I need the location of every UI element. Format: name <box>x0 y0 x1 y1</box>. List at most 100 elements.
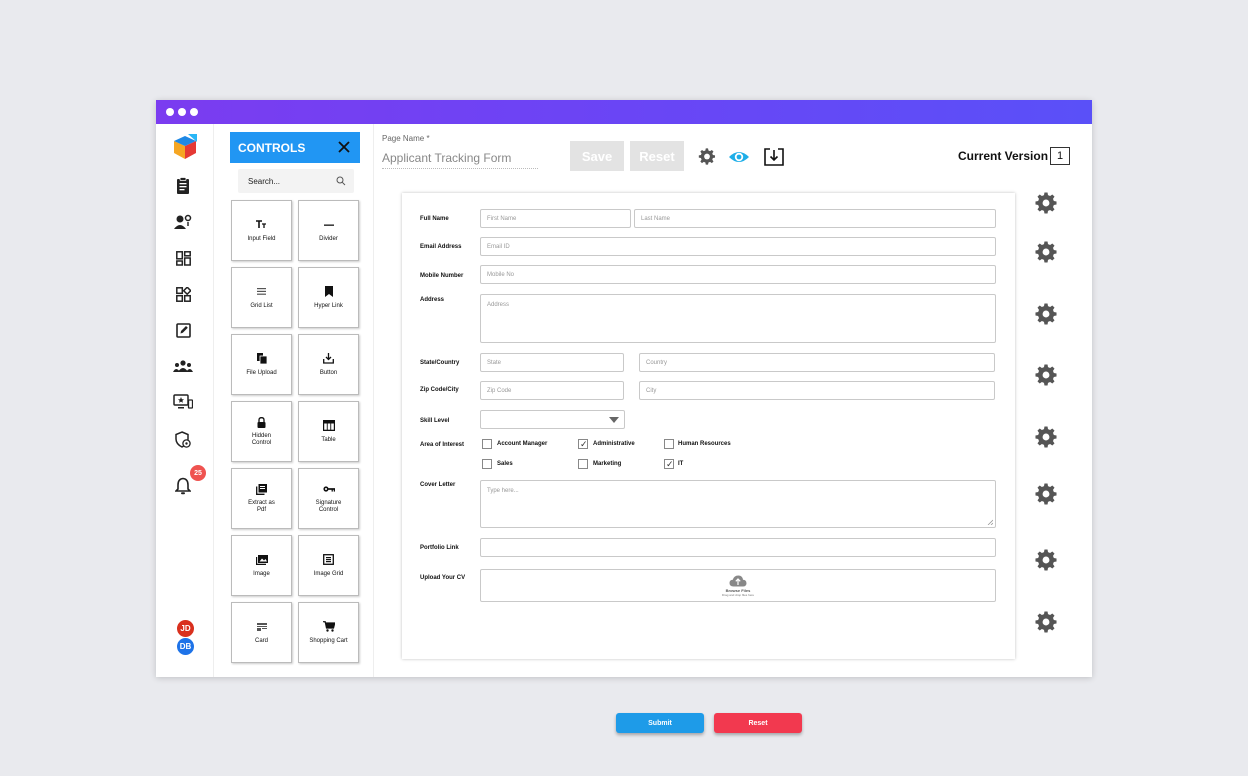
tile-label: Hyper Link <box>314 302 343 309</box>
control-tile-hidden-control[interactable]: Hidden Control <box>231 401 292 462</box>
user-settings-icon[interactable] <box>173 212 193 232</box>
tile-label: Hidden Control <box>251 433 272 446</box>
reset-button[interactable]: Reset <box>630 141 684 171</box>
gear-icon[interactable] <box>1035 426 1057 448</box>
control-tile-shopping-cart[interactable]: Shopping Cart <box>298 602 359 663</box>
divider-icon <box>323 219 335 231</box>
monitor-star-icon[interactable] <box>173 392 193 412</box>
checkbox-label: Sales <box>497 461 513 467</box>
form-reset-button[interactable]: Reset <box>714 713 802 733</box>
upload-cv-label: Upload Your CV <box>420 575 466 581</box>
save-button[interactable]: Save <box>570 141 624 171</box>
control-tile-image[interactable]: Image <box>231 535 292 596</box>
full-name-label: Full Name <box>420 216 449 222</box>
mobile-field[interactable]: Mobile No <box>480 265 996 284</box>
window-dot-2[interactable] <box>178 108 186 116</box>
country-field[interactable]: Country <box>639 353 995 372</box>
title-bar <box>156 100 1092 124</box>
checkbox-account-manager[interactable] <box>482 439 492 449</box>
portfolio-field[interactable] <box>480 538 996 557</box>
skill-level-select[interactable] <box>480 410 625 429</box>
eye-icon[interactable] <box>728 148 750 166</box>
checkbox-label: IT <box>678 461 684 467</box>
widgets-icon[interactable] <box>173 284 193 304</box>
address-field[interactable]: Address <box>480 294 996 343</box>
team-icon[interactable] <box>173 356 193 376</box>
gear-icon[interactable] <box>1035 192 1057 214</box>
gear-icon[interactable] <box>697 148 717 166</box>
state-country-label: State/Country <box>420 360 460 366</box>
upload-hint: Drag and drop files here <box>721 592 755 597</box>
gear-icon[interactable] <box>1035 549 1057 571</box>
zip-field[interactable]: Zip Code <box>480 381 624 400</box>
sidebar-nav: 25 JD DB <box>156 124 214 677</box>
window-dot-3[interactable] <box>190 108 198 116</box>
file-dropzone[interactable]: Browse Files Drag and drop files here <box>480 569 996 602</box>
table-icon <box>322 420 335 432</box>
gear-icon[interactable] <box>1035 364 1057 386</box>
tile-label: Divider <box>319 235 338 242</box>
grid-list-icon <box>256 286 268 298</box>
control-tile-extract-pdf[interactable]: Extract as Pdf <box>231 468 292 529</box>
control-tile-card[interactable]: Card <box>231 602 292 663</box>
page-name-input[interactable] <box>382 147 538 169</box>
state-field[interactable]: State <box>480 353 624 372</box>
control-tile-divider[interactable]: Divider <box>298 200 359 261</box>
clipboard-icon[interactable] <box>173 176 193 196</box>
notification-badge: 25 <box>190 465 206 481</box>
tile-label: Signature Control <box>315 500 342 513</box>
window-dot-1[interactable] <box>166 108 174 116</box>
notification-bell-icon[interactable] <box>173 476 193 496</box>
cover-letter-field[interactable]: Type here... <box>480 480 996 528</box>
control-tile-signature[interactable]: Signature Control <box>298 468 359 529</box>
dashboard-icon[interactable] <box>173 248 193 268</box>
placeholder: Last Name <box>641 215 671 222</box>
checkbox-administrative[interactable]: ✓ <box>578 439 588 449</box>
edit-document-icon[interactable] <box>173 320 193 340</box>
email-field[interactable]: Email ID <box>480 237 996 256</box>
checkbox-sales[interactable] <box>482 459 492 469</box>
checkbox-human-resources[interactable] <box>664 439 674 449</box>
search-icon <box>336 176 346 186</box>
placeholder: Email ID <box>487 243 510 250</box>
app-logo-icon[interactable] <box>172 133 198 161</box>
close-icon[interactable] <box>336 139 352 155</box>
shield-settings-icon[interactable] <box>173 429 193 449</box>
checkbox-it[interactable]: ✓ <box>664 459 674 469</box>
last-name-field[interactable]: Last Name <box>634 209 996 228</box>
tile-label: Shopping Cart <box>309 637 348 644</box>
gear-icon[interactable] <box>1035 611 1057 633</box>
control-tile-input-field[interactable]: Input Field <box>231 200 292 261</box>
tile-label: Table <box>321 436 336 443</box>
placeholder: Type here... <box>487 488 519 494</box>
avatar[interactable]: JD <box>176 619 195 638</box>
submit-button[interactable]: Submit <box>616 713 704 733</box>
control-tile-grid-list[interactable]: Grid List <box>231 267 292 328</box>
check-icon: ✓ <box>580 439 588 449</box>
control-tile-file-upload[interactable]: File Upload <box>231 334 292 395</box>
placeholder: Zip Code <box>487 387 512 394</box>
portfolio-label: Portfolio Link <box>420 545 459 551</box>
resize-handle-icon[interactable] <box>987 519 993 525</box>
controls-search-input[interactable]: Search... <box>238 169 354 193</box>
gear-icon[interactable] <box>1035 241 1057 263</box>
pdf-icon <box>256 483 268 495</box>
avatar[interactable]: DB <box>176 637 195 656</box>
file-copy-icon <box>256 353 268 365</box>
placeholder: City <box>646 387 657 394</box>
checkbox-label: Marketing <box>593 461 622 467</box>
gear-icon[interactable] <box>1035 303 1057 325</box>
control-tile-hyper-link[interactable]: Hyper Link <box>298 267 359 328</box>
checkbox-marketing[interactable] <box>578 459 588 469</box>
control-tile-button[interactable]: Button <box>298 334 359 395</box>
city-field[interactable]: City <box>639 381 995 400</box>
gear-icon[interactable] <box>1035 483 1057 505</box>
tile-label: Extract as Pdf <box>248 500 275 513</box>
checkbox-label: Human Resources <box>678 441 731 447</box>
save-version-icon[interactable] <box>764 148 784 166</box>
download-icon <box>323 353 335 365</box>
first-name-field[interactable]: First Name <box>480 209 631 228</box>
control-tile-table[interactable]: Table <box>298 401 359 462</box>
control-tile-image-grid[interactable]: Image Grid <box>298 535 359 596</box>
current-version-value[interactable]: 1 <box>1050 147 1070 165</box>
